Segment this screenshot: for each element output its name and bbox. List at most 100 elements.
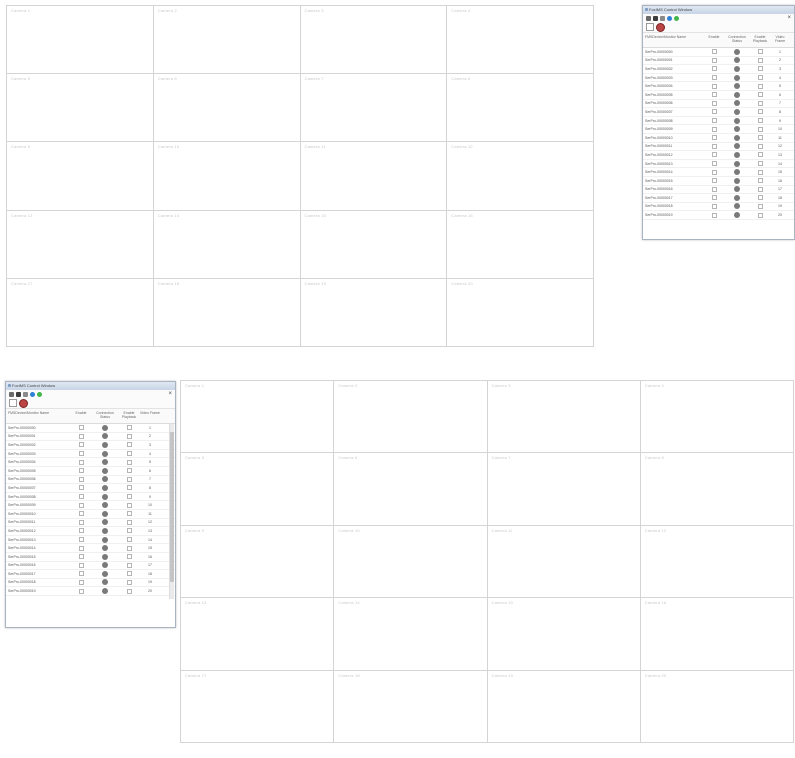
playback-checkbox[interactable] [126, 562, 132, 568]
video-frame-value[interactable]: 10 [771, 127, 789, 131]
column-header[interactable]: Enable [703, 33, 725, 47]
table-row[interactable]: SerPro-00000003 4 [6, 450, 175, 459]
video-frame-value[interactable]: 4 [771, 76, 789, 80]
table-row[interactable]: SerPro-00000004 5 [643, 82, 794, 91]
column-header[interactable]: Enable Playback [749, 33, 771, 47]
enable-checkbox[interactable] [711, 75, 717, 81]
playback-checkbox[interactable] [757, 152, 763, 158]
help-icon[interactable] [30, 391, 35, 397]
table-row[interactable]: SerPro-00000002 3 [6, 441, 175, 450]
refresh-icon[interactable] [674, 15, 679, 21]
table-row[interactable]: SerPro-00000006 7 [643, 100, 794, 109]
playback-checkbox[interactable] [126, 451, 132, 457]
table-row[interactable]: SerPro-00000001 2 [6, 433, 175, 442]
table-row[interactable]: SerPro-00000004 5 [6, 458, 175, 467]
table-row[interactable]: SerPro-00000009 10 [6, 501, 175, 510]
camera-view[interactable]: Camera 13 [7, 210, 154, 279]
camera-view[interactable]: Camera 19 [300, 278, 448, 347]
playback-checkbox[interactable] [757, 212, 763, 218]
video-frame-value[interactable]: 13 [771, 153, 789, 157]
enable-checkbox[interactable] [78, 579, 84, 585]
video-frame-value[interactable]: 4 [140, 452, 160, 456]
video-frame-value[interactable]: 15 [771, 170, 789, 174]
enable-checkbox[interactable] [78, 485, 84, 491]
camera-view[interactable]: Camera 2 [153, 6, 301, 75]
video-frame-value[interactable]: 12 [140, 520, 160, 524]
table-row[interactable]: SerPro-00000017 18 [6, 570, 175, 579]
video-frame-value[interactable]: 20 [771, 213, 789, 217]
enable-checkbox[interactable] [711, 126, 717, 132]
table-row[interactable]: SerPro-00000006 7 [6, 476, 175, 485]
camera-view[interactable]: Camera 11 [487, 525, 641, 599]
enable-checkbox[interactable] [711, 186, 717, 192]
enable-checkbox[interactable] [711, 152, 717, 158]
video-frame-value[interactable]: 20 [140, 589, 160, 593]
playback-checkbox[interactable] [757, 135, 763, 141]
table-row[interactable]: SerPro-00000013 14 [643, 160, 794, 169]
table-row[interactable]: SerPro-00000018 19 [6, 579, 175, 588]
enable-checkbox[interactable] [711, 169, 717, 175]
enable-checkbox[interactable] [78, 425, 84, 431]
playback-checkbox[interactable] [126, 442, 132, 448]
playback-checkbox[interactable] [126, 433, 132, 439]
table-row[interactable]: SerPro-00000014 15 [6, 544, 175, 553]
camera-view[interactable]: Camera 16 [447, 210, 594, 279]
playback-checkbox[interactable] [757, 100, 763, 106]
table-row[interactable]: SerPro-00000019 20 [643, 211, 794, 220]
stop-icon[interactable] [656, 22, 665, 32]
video-frame-value[interactable]: 16 [771, 179, 789, 183]
playback-checkbox[interactable] [126, 588, 132, 594]
enable-checkbox[interactable] [78, 528, 84, 534]
enable-checkbox[interactable] [711, 100, 717, 106]
table-row[interactable]: SerPro-00000010 11 [643, 134, 794, 143]
column-header[interactable]: Enable [70, 409, 92, 423]
enable-checkbox[interactable] [78, 433, 84, 439]
camera-view[interactable]: Camera 8 [447, 74, 594, 143]
video-frame-value[interactable]: 13 [140, 529, 160, 533]
table-row[interactable]: SerPro-00000005 6 [643, 91, 794, 100]
playback-checkbox[interactable] [126, 485, 132, 491]
video-frame-value[interactable]: 5 [771, 84, 789, 88]
enable-checkbox[interactable] [78, 494, 84, 500]
playback-checkbox[interactable] [126, 537, 132, 543]
camera-view[interactable]: Camera 20 [640, 670, 794, 743]
video-frame-value[interactable]: 10 [140, 503, 160, 507]
video-frame-value[interactable]: 1 [771, 50, 789, 54]
camera-view[interactable]: Camera 10 [334, 525, 488, 599]
playback-checkbox[interactable] [126, 425, 132, 431]
video-frame-value[interactable]: 8 [140, 486, 160, 490]
close-icon[interactable]: × [787, 15, 791, 21]
enable-checkbox[interactable] [78, 502, 84, 508]
camera-view[interactable]: Camera 7 [300, 74, 448, 143]
camera-view[interactable]: Camera 9 [181, 525, 335, 599]
video-frame-value[interactable]: 14 [771, 162, 789, 166]
video-frame-value[interactable]: 3 [140, 443, 160, 447]
enable-checkbox[interactable] [78, 459, 84, 465]
close-icon[interactable]: × [168, 391, 172, 397]
playback-checkbox[interactable] [757, 169, 763, 175]
print-icon[interactable] [9, 391, 14, 397]
table-row[interactable]: SerPro-00000001 2 [643, 57, 794, 66]
video-frame-value[interactable]: 7 [140, 477, 160, 481]
window-title-bar[interactable]: FoxIMS Control Window [643, 6, 794, 14]
camera-view[interactable]: Camera 7 [487, 453, 641, 526]
table-row[interactable]: SerPro-00000011 12 [6, 519, 175, 528]
enable-checkbox[interactable] [711, 178, 717, 184]
playback-checkbox[interactable] [126, 502, 132, 508]
playback-checkbox[interactable] [757, 126, 763, 132]
playback-checkbox[interactable] [757, 118, 763, 124]
camera-view[interactable]: Camera 11 [300, 142, 448, 211]
print-icon[interactable] [646, 15, 651, 21]
table-row[interactable]: SerPro-00000005 6 [6, 467, 175, 476]
playback-checkbox[interactable] [757, 75, 763, 81]
control-window-left[interactable]: FoxIMS Control Window × FMSDevice/Monito… [5, 381, 176, 628]
table-row[interactable]: SerPro-00000016 17 [643, 186, 794, 195]
enable-checkbox[interactable] [711, 118, 717, 124]
column-header[interactable]: Enable Playback [118, 409, 140, 423]
video-frame-value[interactable]: 8 [771, 110, 789, 114]
table-row[interactable]: SerPro-00000007 8 [643, 108, 794, 117]
enable-checkbox[interactable] [711, 109, 717, 115]
stop-icon[interactable] [19, 398, 28, 408]
video-frame-value[interactable]: 9 [140, 495, 160, 499]
playback-checkbox[interactable] [757, 161, 763, 167]
